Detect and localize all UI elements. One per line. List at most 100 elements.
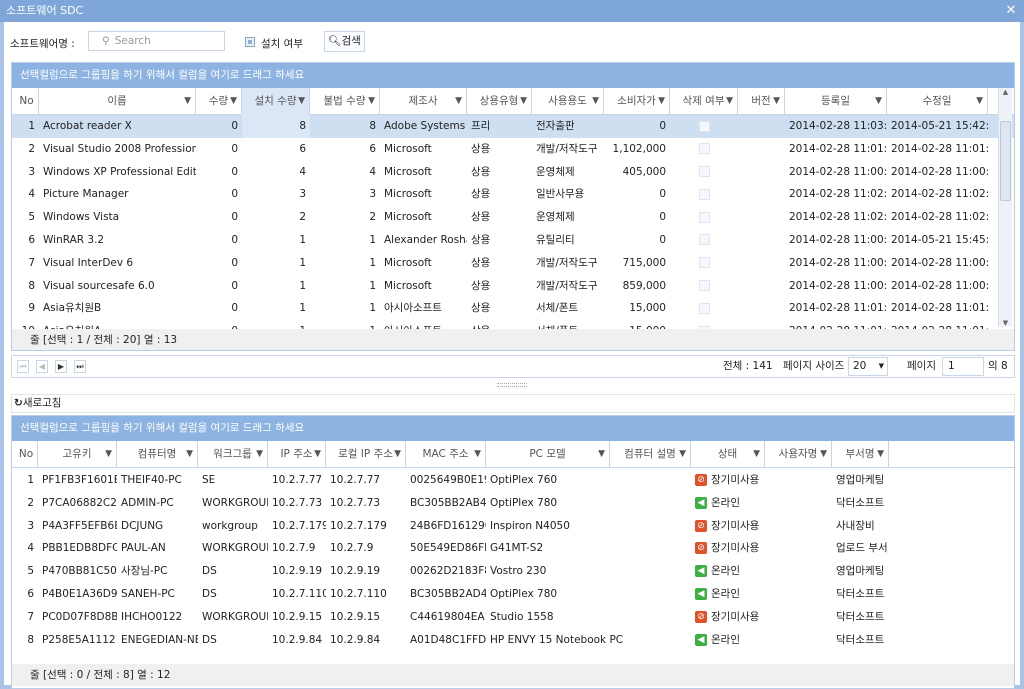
filter-icon[interactable]: ▼ xyxy=(658,88,665,115)
column-header-cell[interactable]: PC 모델 ▼ xyxy=(486,441,610,468)
column-header-cell[interactable]: 고유키 ▼ xyxy=(38,441,117,468)
delete-checkbox[interactable] xyxy=(698,257,710,269)
column-header-cell[interactable]: 상태 ▼ xyxy=(691,441,765,468)
filter-icon[interactable]: ▼ xyxy=(875,88,882,115)
filter-icon[interactable]: ▼ xyxy=(474,441,481,468)
filter-icon[interactable]: ▼ xyxy=(256,441,263,468)
table-row[interactable]: 7 Visual InterDev 6 0 1 1 Microsoft 상용 개발/저작도구 7… xyxy=(12,252,1014,275)
filter-icon[interactable]: ▼ xyxy=(455,88,462,115)
first-page-icon[interactable]: ⏮ xyxy=(17,360,29,373)
column-header-cell[interactable]: 제조사 ▼ xyxy=(380,88,467,115)
table-row[interactable]: 9 Asia유치원B 0 1 1 아시아소프트 상용 서체/폰트 15,000 2014-02-2… xyxy=(12,297,1014,320)
cell: DCJUNG xyxy=(121,519,164,532)
cell: 상용 xyxy=(471,142,491,155)
cell: 10.2.7.9 xyxy=(330,542,374,555)
table-row[interactable]: 4 Picture Manager 0 3 3 Microsoft 상용 일반사무용 0 2014… xyxy=(12,183,1014,206)
table-row[interactable]: 6 WinRAR 3.2 0 1 1 Alexander Roshal 상용 유틸리티 0 201… xyxy=(12,229,1014,252)
refresh-button[interactable]: ↻새로고침 xyxy=(14,397,61,409)
column-header-cell[interactable]: 수량 ▼ xyxy=(196,88,242,115)
table-row[interactable]: 2 P7CA06882C21 ADMIN-PC WORKGROUP 10.2.7.73 1… xyxy=(12,492,1014,515)
filter-icon[interactable]: ▼ xyxy=(753,441,760,468)
search-input[interactable]: ⚲ Search xyxy=(88,31,225,51)
filter-icon[interactable]: ▼ xyxy=(679,441,686,468)
table-row[interactable]: 8 Visual sourcesafe 6.0 0 1 1 Microsoft 상용 개발/저… xyxy=(12,275,1014,298)
scroll-thumb[interactable] xyxy=(1000,121,1011,201)
table-row[interactable]: 1 Acrobat reader X 0 8 8 Adobe Systems 프리 전자출판 0… xyxy=(12,115,1014,138)
column-header-cell[interactable]: 로컬 IP 주소 ▼ xyxy=(326,441,406,468)
table-row[interactable]: 3 P4A3FF5EFB6E DCJUNG workgroup 10.2.7.179 10… xyxy=(12,515,1014,538)
cell: 0 xyxy=(231,142,238,155)
table-row[interactable]: 5 P470BB81C50E 사장님-PC DS 10.2.9.19 10.2.9.19 0… xyxy=(12,560,1014,583)
filter-icon[interactable]: ▼ xyxy=(773,88,780,115)
delete-checkbox[interactable] xyxy=(698,188,710,200)
filter-icon[interactable]: ▼ xyxy=(230,88,237,115)
column-header-cell[interactable]: IP 주소 ▼ xyxy=(268,441,326,468)
column-header-cell[interactable]: 부서명 ▼ xyxy=(832,441,889,468)
table-row[interactable]: 2 Visual Studio 2008 Professional 0 6 6 Micro… xyxy=(12,138,1014,161)
search-button[interactable]: 🔍︎검색 xyxy=(324,31,365,52)
filter-icon[interactable]: ▼ xyxy=(976,88,983,115)
column-header-cell[interactable]: 설치 수량 ▼ xyxy=(242,88,310,115)
table-row[interactable]: 7 PC0D07F8D8BC IHCHO0122 WORKGROUP 10.2.9.15… xyxy=(12,606,1014,629)
scroll-up-icon[interactable]: ▲ xyxy=(999,88,1012,96)
filter-icon[interactable]: ▼ xyxy=(314,441,321,468)
page-input[interactable]: 1 xyxy=(942,357,984,376)
filter-icon[interactable]: ▼ xyxy=(298,88,305,115)
close-button[interactable]: ✕ xyxy=(1002,2,1020,20)
grid-body: 1 PF1FB3F1601E THEIF40-PC SE 10.2.7.77 10.2.7… xyxy=(12,468,1014,665)
install-checkbox[interactable] xyxy=(245,37,255,47)
column-header-cell[interactable]: 버전 ▼ xyxy=(738,88,785,115)
filter-icon[interactable]: ▼ xyxy=(877,441,884,468)
column-header-cell[interactable]: 불법 수량 ▼ xyxy=(310,88,380,115)
prev-page-icon[interactable]: ◀ xyxy=(36,360,48,373)
delete-checkbox[interactable] xyxy=(698,166,710,178)
table-row[interactable]: 4 PBB1EDB8DFC3 PAUL-AN WORKGROUP 10.2.7.9 10.… xyxy=(12,537,1014,560)
column-header-cell[interactable]: 삭제 여부 ▼ xyxy=(670,88,738,115)
cell: ENEGEDIAN-NB xyxy=(121,633,198,646)
delete-checkbox[interactable] xyxy=(698,302,710,314)
table-row[interactable]: 3 Windows XP Professional Edition 0 4 4 Micro… xyxy=(12,161,1014,184)
vertical-scrollbar[interactable]: ▲ ▼ xyxy=(998,88,1012,327)
column-header-cell[interactable]: No xyxy=(15,441,38,468)
filter-icon[interactable]: ▼ xyxy=(394,441,401,468)
last-page-icon[interactable]: ⏭ xyxy=(74,360,86,373)
scroll-down-icon[interactable]: ▼ xyxy=(999,319,1012,327)
table-row[interactable]: 8 P258E5A11121 ENEGEDIAN-NB DS 10.2.9.84 10.2… xyxy=(12,629,1014,652)
column-header-cell[interactable]: 이름 ▼ xyxy=(39,88,196,115)
column-header-cell[interactable]: 컴퓨터 설명 ▼ xyxy=(610,441,691,468)
delete-checkbox[interactable] xyxy=(698,143,710,155)
filter-icon[interactable]: ▼ xyxy=(184,88,191,115)
table-row[interactable]: 6 P4B0E1A36D93 SANEH-PC DS 10.2.7.110 10.2.7.… xyxy=(12,583,1014,606)
filter-icon[interactable]: ▼ xyxy=(598,441,605,468)
delete-checkbox[interactable] xyxy=(698,280,710,292)
table-row[interactable]: 5 Windows Vista 0 2 2 Microsoft 상용 운영체제 0 2014-02… xyxy=(12,206,1014,229)
filter-icon[interactable]: ▼ xyxy=(105,441,112,468)
column-header-cell[interactable]: 워크그룹 ▼ xyxy=(198,441,268,468)
column-header-cell[interactable]: 수정일 ▼ xyxy=(887,88,988,115)
filter-icon[interactable]: ▼ xyxy=(820,441,827,468)
page-size-select[interactable]: 20 ▼ xyxy=(848,357,888,376)
column-header-cell[interactable]: 상용유형 ▼ xyxy=(467,88,532,115)
splitter-handle[interactable] xyxy=(497,383,527,387)
delete-checkbox[interactable] xyxy=(698,234,710,246)
cell: Windows XP Professional Edition xyxy=(43,165,196,178)
delete-checkbox[interactable] xyxy=(698,211,710,223)
next-page-icon[interactable]: ▶ xyxy=(55,360,67,373)
filter-icon[interactable]: ▼ xyxy=(186,441,193,468)
filter-icon[interactable]: ▼ xyxy=(368,88,375,115)
column-header-cell[interactable]: No xyxy=(15,88,39,115)
column-header-cell[interactable]: 사용용도 ▼ xyxy=(532,88,604,115)
group-panel[interactable]: 선택컬럼으로 그룹핑을 하기 위해서 컬럼을 여기로 드래그 하세요 xyxy=(12,416,1014,441)
column-header-cell[interactable]: 사용자명 ▼ xyxy=(765,441,832,468)
filter-icon[interactable]: ▼ xyxy=(592,88,599,115)
column-header-cell[interactable]: 컴퓨터명 ▼ xyxy=(117,441,198,468)
filter-icon[interactable]: ▼ xyxy=(726,88,733,115)
column-header-cell[interactable]: MAC 주소 ▼ xyxy=(406,441,486,468)
table-row[interactable]: 1 PF1FB3F1601E THEIF40-PC SE 10.2.7.77 10.2.7… xyxy=(12,469,1014,492)
column-header-cell[interactable]: 등록일 ▼ xyxy=(785,88,887,115)
grid-body: 1 Acrobat reader X 0 8 8 Adobe Systems 프리 전자출판 0… xyxy=(12,115,1014,330)
filter-icon[interactable]: ▼ xyxy=(520,88,527,115)
group-panel[interactable]: 선택컬럼으로 그룹핑을 하기 위해서 컬럼을 여기로 드래그 하세요 xyxy=(12,63,1014,88)
delete-checkbox[interactable] xyxy=(698,120,710,132)
column-header-cell[interactable]: 소비자가 ▼ xyxy=(604,88,670,115)
